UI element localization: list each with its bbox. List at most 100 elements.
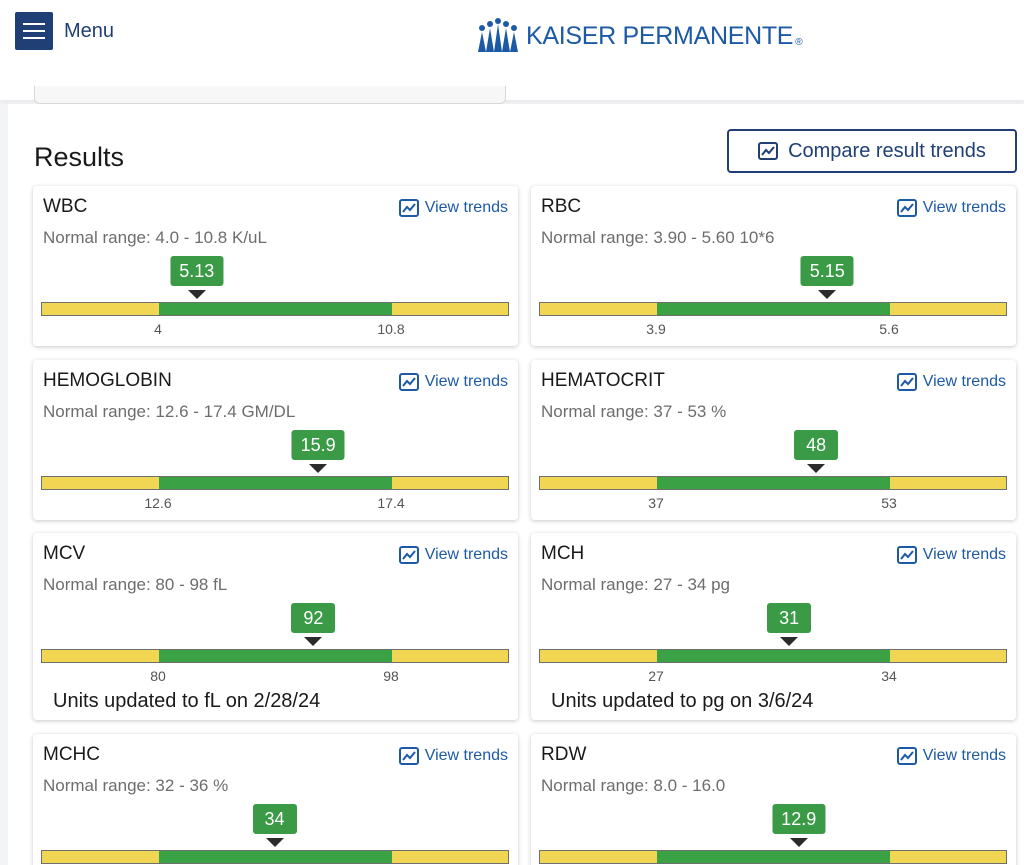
hamburger-menu-button[interactable] [15,12,53,50]
below-range-segment [42,650,159,662]
normal-range-segment [657,477,890,489]
result-card-mcv: MCV View trends Normal range: 80 - 98 fL 92… [33,533,518,720]
range-high-tick: 34 [881,668,897,684]
result-card-hematocrit: HEMATOCRIT View trends Normal range: 37 - … [531,360,1016,520]
result-card-mch: MCH View trends Normal range: 27 - 34 pg 31… [531,533,1016,720]
result-value-badge: 12.9 [772,804,826,834]
result-name: HEMOGLOBIN [43,370,172,391]
range-high-tick: 5.6 [879,321,899,337]
range-bar [539,476,1007,490]
units-update-note: Units updated to pg on 3/6/24 [551,690,814,712]
view-trends-label: View trends [922,373,1006,390]
view-trends-link[interactable]: View trends [896,546,1006,564]
trend-chart-icon [398,373,419,391]
below-range-segment [540,851,657,863]
above-range-segment [890,851,1006,863]
trend-chart-icon [398,546,419,564]
result-card-hemoglobin: HEMOGLOBIN View trends Normal range: 12.6 … [33,360,518,520]
normal-range-segment [657,650,890,662]
view-trends-label: View trends [922,747,1006,764]
menu-line-icon [23,23,45,25]
normal-range-segment [657,303,890,315]
collapsed-panel [34,86,506,104]
range-low-tick: 12.6 [144,495,172,511]
normal-range-segment [159,477,392,489]
result-value-badge: 5.15 [800,256,854,286]
above-range-segment [392,303,508,315]
result-name: HEMATOCRIT [541,370,665,391]
range-low-tick: 4 [154,321,162,337]
view-trends-link[interactable]: View trends [398,373,508,391]
value-pointer-icon [818,290,837,299]
result-value-badge: 92 [291,603,336,633]
above-range-segment [890,650,1006,662]
normal-range-text: Normal range: 4.0 - 10.8 K/uL [43,228,267,247]
normal-range-segment [159,650,392,662]
range-low-tick: 27 [648,668,664,684]
result-value-badge: 48 [794,430,839,460]
result-name: RDW [541,744,587,765]
above-range-segment [890,477,1006,489]
compare-result-trends-button[interactable]: Compare result trends [727,129,1017,173]
trend-chart-icon [896,546,917,564]
result-value-badge: 15.9 [291,430,345,460]
people-logo-icon [478,18,518,52]
range-bar [539,649,1007,663]
view-trends-label: View trends [424,373,508,390]
view-trends-label: View trends [922,546,1006,563]
normal-range-text: Normal range: 32 - 36 % [43,776,229,795]
below-range-segment [540,477,657,489]
view-trends-link[interactable]: View trends [398,747,508,765]
kaiser-permanente-logo[interactable]: KAISER PERMANENTE ® [476,18,803,54]
page-title: Results [34,142,125,172]
view-trends-link[interactable]: View trends [398,199,508,217]
logo-wordmark: KAISER PERMANENTE [526,21,794,50]
view-trends-label: View trends [424,546,508,563]
trend-chart-icon [398,199,419,217]
result-card-rdw: RDW View trends Normal range: 8.0 - 16.0 12… [531,734,1016,865]
normal-range-text: Normal range: 8.0 - 16.0 [541,776,726,795]
range-bar [41,850,509,864]
normal-range-text: Normal range: 37 - 53 % [541,402,727,421]
range-bar [41,476,509,490]
menu-label[interactable]: Menu [64,20,114,43]
view-trends-label: View trends [424,199,508,216]
result-name: WBC [43,196,88,217]
range-bar [539,850,1007,864]
below-range-segment [540,303,657,315]
above-range-segment [392,650,508,662]
result-value-badge: 34 [252,804,297,834]
normal-range-segment [159,851,392,863]
result-card-rbc: RBC View trends Normal range: 3.90 - 5.60 … [531,186,1016,346]
value-pointer-icon [807,464,826,473]
result-card-wbc: WBC View trends Normal range: 4.0 - 10.8 K… [33,186,518,346]
normal-range-segment [159,303,392,315]
result-card-mchc: MCHC View trends Normal range: 32 - 36 % 34 [33,734,518,865]
result-value-badge: 31 [767,603,812,633]
above-range-segment [392,851,508,863]
menu-line-icon [23,37,45,39]
below-range-segment [42,303,159,315]
normal-range-text: Normal range: 80 - 98 fL [43,575,228,594]
above-range-segment [392,477,508,489]
value-pointer-icon [187,290,206,299]
result-name: MCV [43,543,86,564]
result-name: MCH [541,543,585,564]
normal-range-text: Normal range: 27 - 34 pg [541,575,730,594]
below-range-segment [540,650,657,662]
range-low-tick: 80 [150,668,166,684]
view-trends-link[interactable]: View trends [896,747,1006,765]
view-trends-link[interactable]: View trends [398,546,508,564]
app-header: Menu KAISER PERMANENTE ® [0,0,1024,100]
range-high-tick: 98 [383,668,399,684]
result-name: RBC [541,196,582,217]
range-low-tick: 37 [648,495,664,511]
range-bar [41,302,509,316]
trend-chart-icon [896,747,917,765]
range-high-tick: 53 [881,495,897,511]
range-high-tick: 17.4 [377,495,405,511]
normal-range-text: Normal range: 3.90 - 5.60 10*6 [541,228,775,247]
below-range-segment [42,851,159,863]
view-trends-link[interactable]: View trends [896,199,1006,217]
view-trends-link[interactable]: View trends [896,373,1006,391]
